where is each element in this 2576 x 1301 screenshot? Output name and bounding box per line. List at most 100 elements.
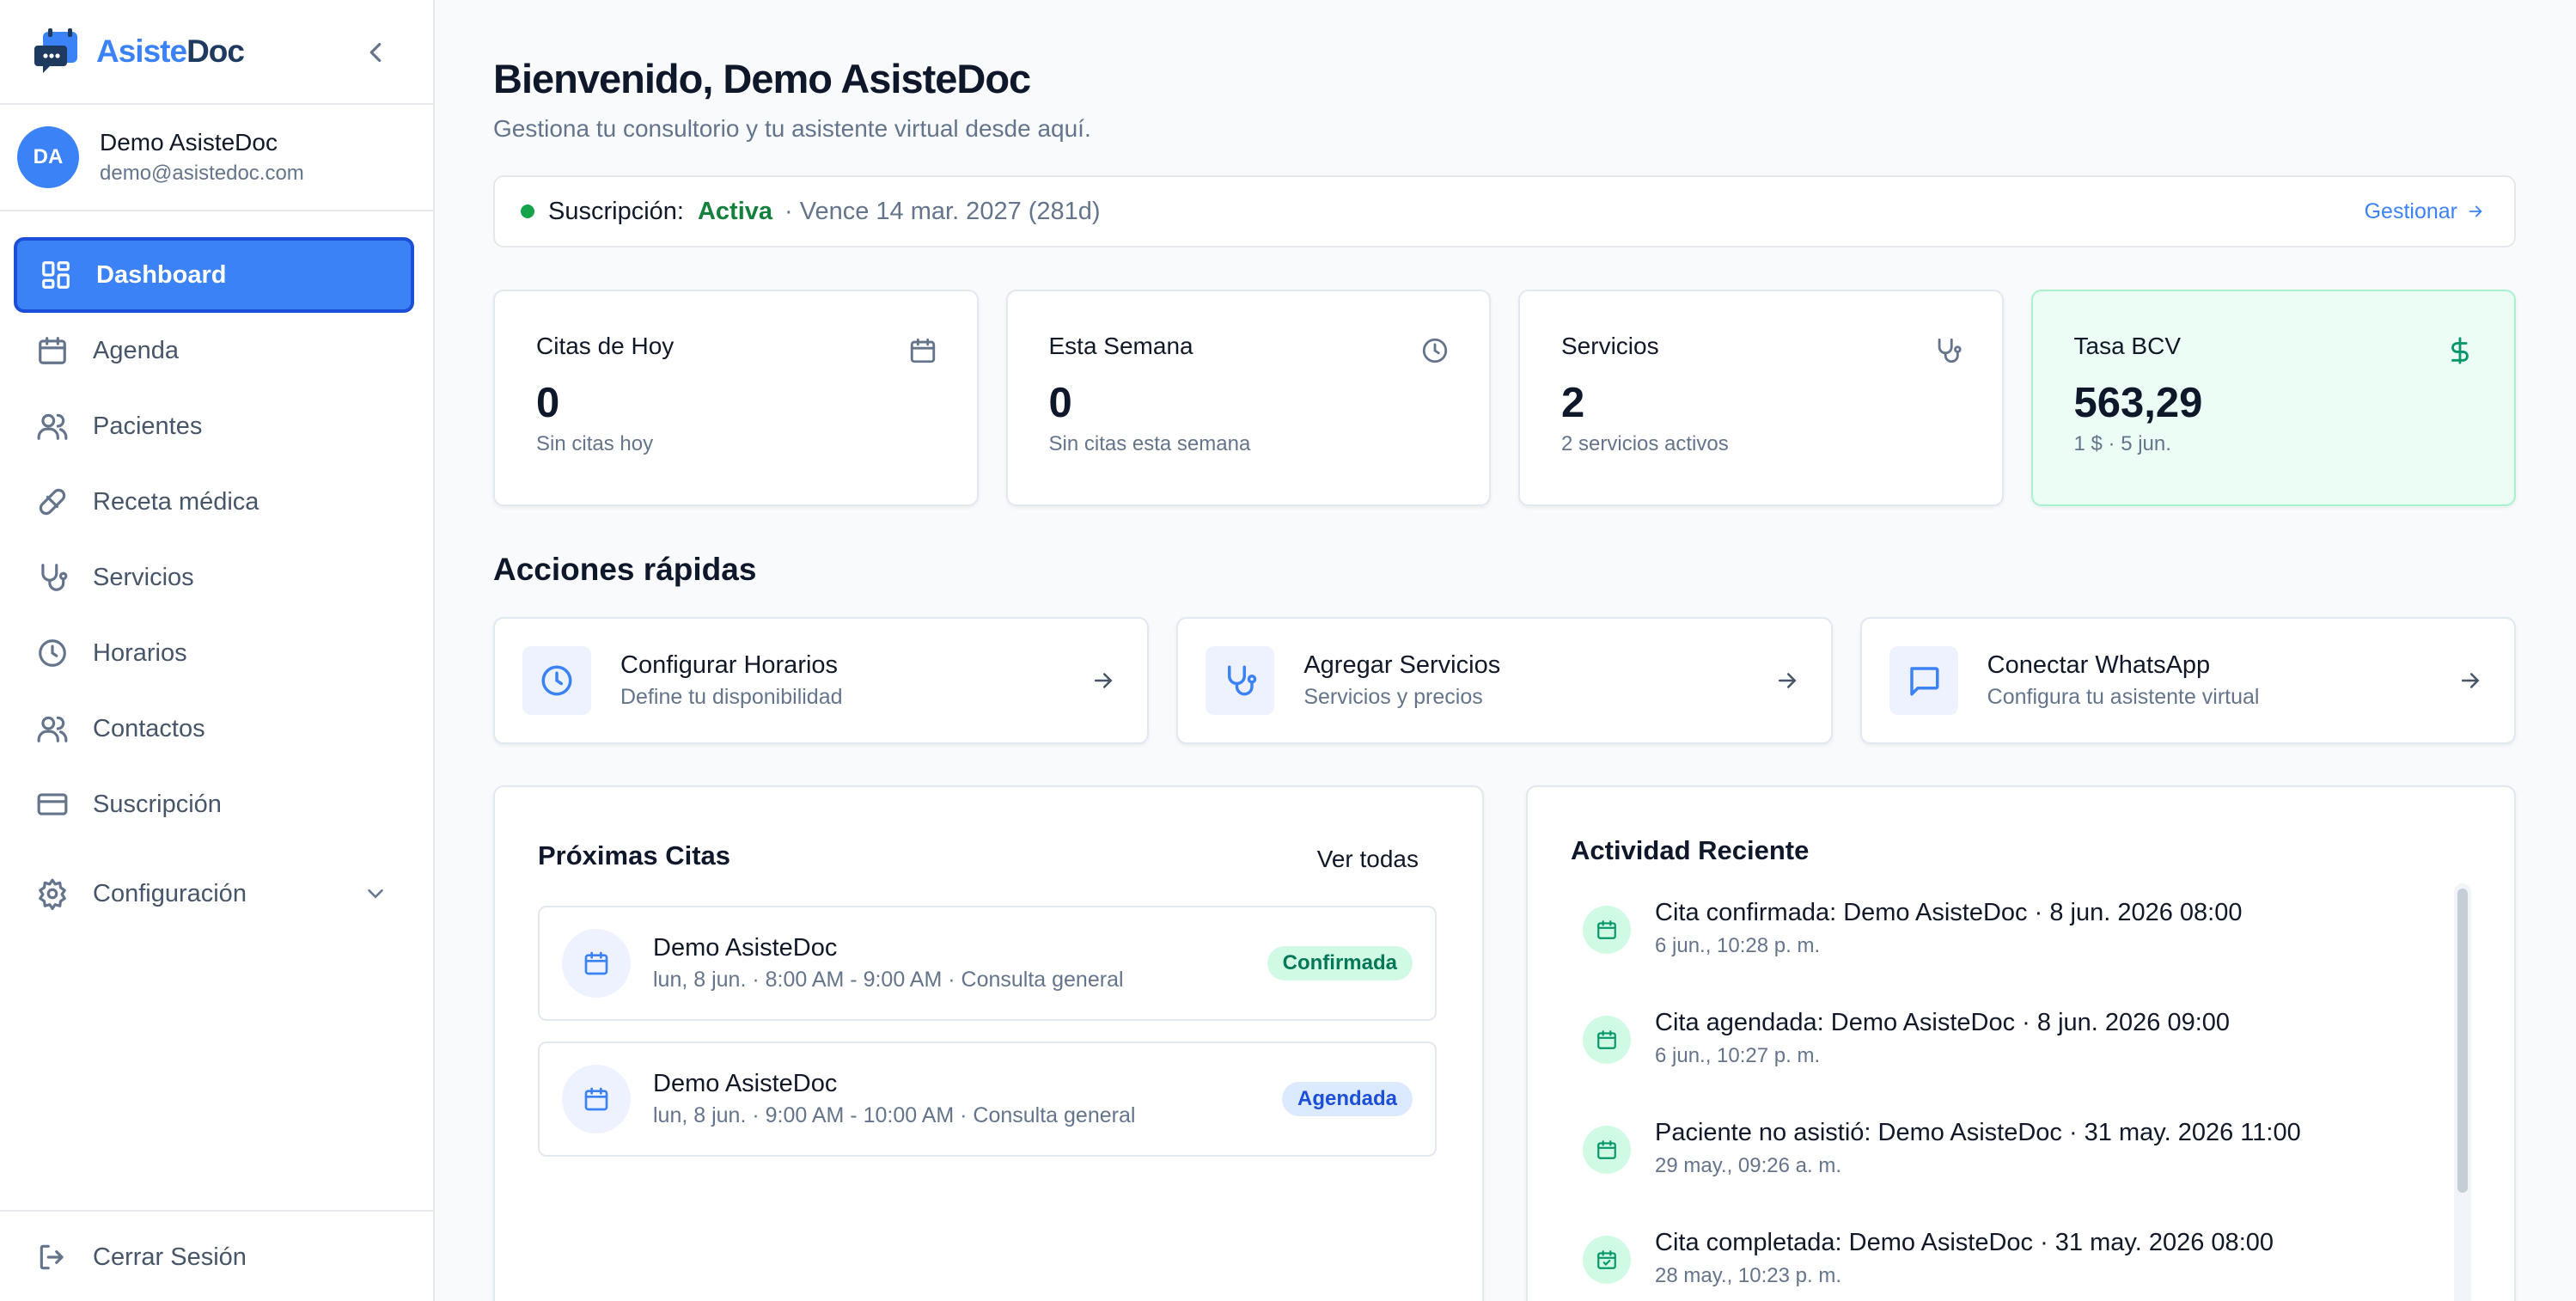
activity-text: Paciente no asistió: Demo AsisteDoc · 31… — [1655, 1119, 2301, 1146]
subscription-label: Suscripción: — [548, 197, 684, 225]
action-title: Configurar Horarios — [620, 651, 839, 679]
sidebar-item-servicios[interactable]: Servicios — [14, 540, 414, 615]
stat-card-esta-semana: Esta Semana 0 Sin citas esta semana — [1005, 290, 1491, 506]
brand-name: AsisteDoc — [96, 34, 245, 70]
sidebar-item-suscripcion[interactable]: Suscripción — [14, 767, 414, 842]
appointment-patient: Demo AsisteDoc — [653, 934, 838, 962]
brand-name-part2: Doc — [186, 34, 245, 69]
action-conectar-whatsapp[interactable]: Conectar WhatsApp Configura tu asistente… — [1859, 617, 2516, 744]
sidebar-item-label: Horarios — [93, 638, 187, 667]
scrollbar-thumb[interactable] — [2457, 889, 2468, 1193]
stethoscope-icon — [1228, 665, 1257, 696]
appointment-item[interactable]: Demo AsisteDoc lun, 8 jun. · 9:00 AM - 1… — [538, 1041, 1437, 1157]
action-icon-box — [1206, 646, 1275, 715]
activity-item: Cita confirmada: Demo AsisteDoc · 8 jun.… — [1583, 897, 2442, 1007]
calendar-icon — [910, 338, 935, 363]
appointment-item[interactable]: Demo AsisteDoc lun, 8 jun. · 8:00 AM - 9… — [538, 906, 1437, 1021]
activity-scrollbar[interactable] — [2454, 883, 2471, 1301]
sidebar-item-contactos[interactable]: Contactos — [14, 691, 414, 767]
calendar-check-icon — [1583, 1236, 1631, 1284]
stat-value: 563,29 — [2073, 380, 2203, 426]
stat-caption: 2 servicios activos — [1561, 432, 1729, 455]
sidebar-item-horarios[interactable]: Horarios — [14, 615, 414, 691]
calendar-icon — [1583, 1016, 1631, 1064]
sidebar-item-pacientes[interactable]: Pacientes — [14, 388, 414, 464]
pill-icon — [39, 488, 66, 516]
sidebar-nav: Dashboard Agenda Pacientes Receta médica… — [0, 211, 433, 931]
logo-icon — [34, 28, 77, 73]
action-subtitle: Servicios y precios — [1303, 685, 1483, 709]
calendar-check-icon — [1583, 906, 1631, 954]
manage-label: Gestionar — [2364, 199, 2457, 223]
appointment-details: lun, 8 jun. · 8:00 AM - 9:00 AM · Consul… — [653, 968, 1124, 992]
appointment-icon-box — [562, 1065, 631, 1133]
sidebar-item-label: Servicios — [93, 563, 194, 591]
dollar-icon — [2451, 337, 2469, 364]
calendar-icon — [584, 951, 608, 975]
gear-icon — [39, 878, 66, 910]
sidebar-item-label: Agenda — [93, 336, 179, 364]
stat-label: Esta Semana — [1048, 333, 1193, 359]
activity-list: Cita confirmada: Demo AsisteDoc · 8 jun.… — [1583, 897, 2442, 1301]
appointment-patient: Demo AsisteDoc — [653, 1070, 838, 1097]
action-subtitle: Define tu disponibilidad — [620, 685, 843, 709]
activity-time: 6 jun., 10:27 p. m. — [1655, 1044, 1821, 1067]
sidebar-item-agenda[interactable]: Agenda — [14, 313, 414, 388]
clock-icon — [541, 665, 572, 696]
appointment-info: Demo AsisteDoc lun, 8 jun. · 9:00 AM - 1… — [653, 1070, 1135, 1128]
page-subtitle: Gestiona tu consultorio y tu asistente v… — [493, 115, 1091, 142]
credit-card-icon — [37, 793, 68, 815]
action-icon-box — [1889, 646, 1958, 715]
user-name: Demo AsisteDoc — [100, 129, 278, 156]
stethoscope-icon — [41, 564, 68, 591]
sidebar-header: AsisteDoc — [0, 0, 433, 105]
clock-icon — [1422, 338, 1448, 363]
chevron-left-icon[interactable] — [359, 36, 392, 69]
page-title: Bienvenido, Demo AsisteDoc — [493, 56, 1031, 101]
sidebar-item-dashboard[interactable]: Dashboard — [14, 237, 414, 313]
dashboard-icon — [42, 261, 70, 289]
see-all-link[interactable]: Ver todas — [1317, 846, 1419, 873]
logo[interactable]: AsisteDoc — [34, 25, 245, 78]
stat-caption: 1 $ · 5 jun. — [2073, 432, 2171, 455]
sidebar-item-label: Pacientes — [93, 412, 203, 440]
action-agregar-servicios[interactable]: Agregar Servicios Servicios y precios — [1176, 617, 1833, 744]
sidebar-item-configuracion[interactable]: Configuración — [14, 856, 414, 931]
appointment-details: lun, 8 jun. · 9:00 AM - 10:00 AM · Consu… — [653, 1103, 1136, 1127]
logout-label: Cerrar Sesión — [93, 1243, 247, 1271]
upcoming-appointments-panel: Próximas Citas Ver todas Demo AsisteDoc … — [493, 785, 1484, 1301]
sidebar-item-label: Receta médica — [93, 487, 259, 516]
sidebar-item-label: Contactos — [93, 714, 205, 742]
appointment-icon-box — [562, 929, 631, 998]
action-text: Conectar WhatsApp Configura tu asistente… — [1987, 651, 2260, 710]
action-text: Agregar Servicios Servicios y precios — [1303, 651, 1500, 710]
panel-title: Actividad Reciente — [1571, 835, 1810, 865]
subscription-expiry: · Vence 14 mar. 2027 (281d) — [784, 197, 1101, 225]
status-dot-icon — [521, 205, 534, 218]
activity-item: Cita completada: Demo AsisteDoc · 31 may… — [1583, 1227, 2442, 1301]
calendar-icon — [39, 337, 66, 364]
activity-text: Cita agendada: Demo AsisteDoc · 8 jun. 2… — [1655, 1009, 2231, 1036]
user-profile[interactable]: DA Demo AsisteDoc demo@asistedoc.com — [0, 105, 433, 211]
arrow-right-icon — [1095, 673, 1113, 688]
activity-time: 29 may., 09:26 a. m. — [1655, 1154, 1841, 1177]
stat-caption: Sin citas hoy — [536, 432, 654, 455]
chevron-down-icon[interactable] — [363, 881, 388, 907]
arrow-right-icon — [2469, 205, 2482, 217]
activity-text: Cita confirmada: Demo AsisteDoc · 8 jun.… — [1655, 899, 2243, 926]
sidebar-item-label: Configuración — [93, 879, 247, 907]
stat-label: Tasa BCV — [2073, 333, 2182, 359]
action-configurar-horarios[interactable]: Configurar Horarios Define tu disponibil… — [493, 617, 1150, 744]
calendar-icon — [584, 1087, 608, 1111]
status-badge: Confirmada — [1267, 946, 1413, 980]
calendar-x-icon — [1583, 1126, 1631, 1174]
manage-subscription-link[interactable]: Gestionar — [2365, 199, 2485, 224]
panel-title: Próximas Citas — [538, 840, 730, 870]
stat-value: 0 — [1048, 380, 1072, 426]
sidebar-item-receta[interactable]: Receta médica — [14, 464, 414, 540]
logout-icon — [40, 1244, 64, 1270]
logout-button[interactable]: Cerrar Sesión — [0, 1212, 433, 1301]
stat-card-servicios: Servicios 2 2 servicios activos — [1518, 290, 2004, 506]
user-info: Demo AsisteDoc demo@asistedoc.com — [100, 129, 304, 186]
